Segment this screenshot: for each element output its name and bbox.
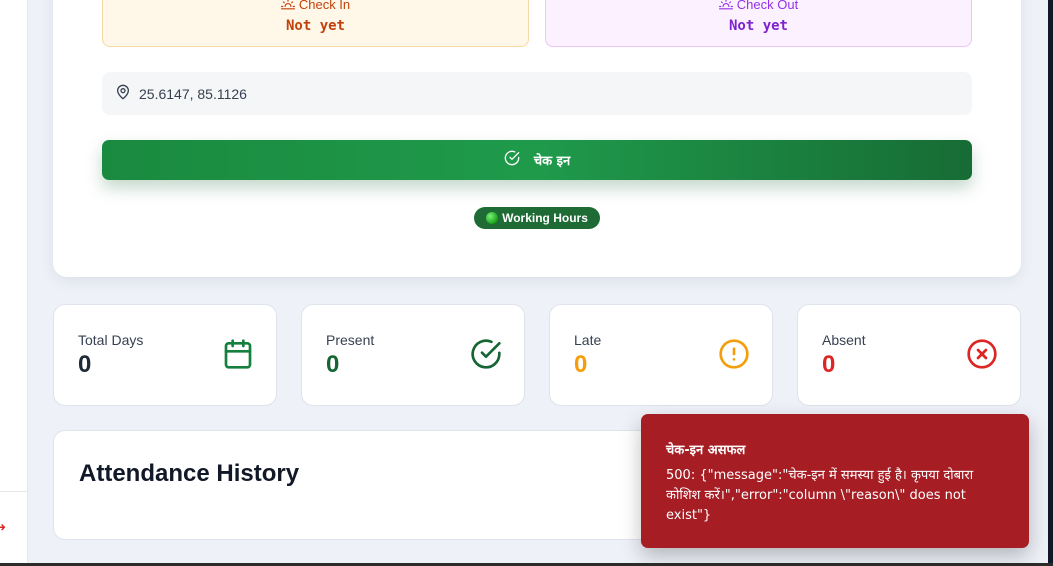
check-circle-icon (504, 150, 520, 170)
stat-card-late: Late 0 (549, 304, 773, 406)
stat-label: Absent (822, 332, 866, 348)
window-edge (1048, 0, 1053, 566)
stat-value: 0 (574, 351, 588, 378)
history-title: Attendance History (79, 460, 300, 487)
stat-label: Present (326, 332, 375, 348)
stat-value: 0 (822, 351, 836, 378)
working-hours-badge: Working Hours (474, 207, 600, 229)
left-sidebar: ➜ (0, 0, 28, 566)
sidebar-arrow-icon[interactable]: ➜ (0, 520, 6, 534)
sidebar-divider (0, 491, 28, 492)
checkout-label: Check Out (736, 0, 799, 12)
toast-message: 500: {"message":"चेक-इन में समस्या हुई ह… (666, 468, 974, 523)
checkin-button-label: चेक इन (533, 154, 571, 169)
stat-label: Late (574, 332, 602, 348)
location-coords: 25.6147, 85.1126 (139, 85, 247, 102)
checkin-status-box: Check In Not yet (102, 0, 529, 47)
toast-title: चेक-इन असफल (666, 443, 746, 458)
stat-card-total-days: Total Days 0 (53, 304, 277, 406)
working-hours-label: Working Hours (502, 211, 588, 225)
error-toast[interactable]: चेक-इन असफल 500: {"message":"चेक-इन में … (641, 414, 1029, 548)
stat-value: 0 (326, 351, 340, 378)
check-circle-icon (470, 338, 502, 370)
alert-circle-icon (718, 338, 750, 370)
map-pin-icon (115, 84, 131, 103)
status-dot-icon (486, 212, 499, 224)
stat-label: Total Days (78, 332, 144, 348)
checkin-button[interactable]: चेक इन (102, 140, 972, 180)
stat-value: 0 (78, 351, 92, 378)
checkin-label: Check In (298, 0, 351, 12)
stat-card-absent: Absent 0 (797, 304, 1021, 406)
stat-card-present: Present 0 (301, 304, 525, 406)
checkout-time: Not yet (728, 18, 788, 34)
checkout-status-box: Check Out Not yet (545, 0, 972, 47)
sunset-icon (718, 0, 733, 13)
attendance-card: Check In Not yet Check Out Not yet 25.61… (53, 0, 1021, 277)
location-display: 25.6147, 85.1126 (102, 72, 972, 115)
sunrise-icon (280, 0, 295, 13)
calendar-icon (222, 338, 254, 370)
checkin-time: Not yet (285, 18, 345, 34)
x-circle-icon (966, 338, 998, 370)
